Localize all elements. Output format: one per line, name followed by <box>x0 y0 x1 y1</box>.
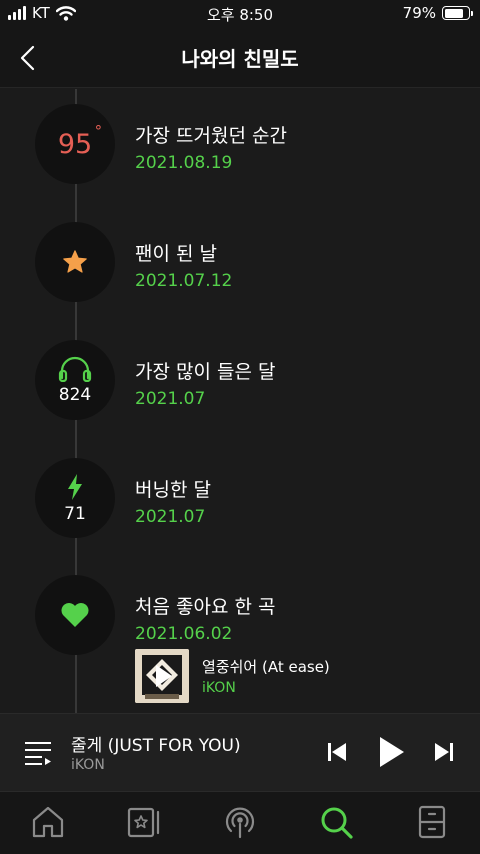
album-art <box>135 649 189 703</box>
item-date: 2021.08.19 <box>135 153 233 173</box>
heart-badge <box>35 575 115 655</box>
headphones-badge: 824 <box>35 340 115 420</box>
playlist-button[interactable] <box>24 739 52 767</box>
podcast-icon <box>225 807 255 839</box>
tab-search[interactable] <box>318 804 354 840</box>
next-icon <box>435 743 453 761</box>
lightning-icon <box>68 473 82 500</box>
headphones-icon <box>58 356 92 382</box>
tab-bar <box>0 791 480 854</box>
play-icon <box>380 737 404 767</box>
home-icon <box>32 806 64 838</box>
song-artist: iKON <box>202 680 236 696</box>
header: 나와의 친밀도 <box>0 28 480 88</box>
status-right: 79% <box>402 4 473 22</box>
tab-home[interactable] <box>30 804 66 840</box>
tab-storage[interactable] <box>414 804 450 840</box>
storage-icon <box>418 805 446 839</box>
battery-icon <box>442 6 473 20</box>
mini-player[interactable]: 줄게 (JUST FOR YOU) iKON <box>0 713 480 791</box>
previous-icon <box>328 743 346 761</box>
next-button[interactable] <box>433 741 455 763</box>
previous-button[interactable] <box>326 741 348 763</box>
search-icon <box>321 807 353 839</box>
temperature-badge: 95 ° <box>35 104 115 184</box>
lightning-badge: 71 <box>35 458 115 538</box>
now-playing-title[interactable]: 줄게 (JUST FOR YOU) <box>71 731 241 756</box>
item-title: 가장 많이 들은 달 <box>135 361 276 383</box>
temperature-value: 95 ° <box>57 121 103 160</box>
item-title: 버닝한 달 <box>135 479 211 501</box>
play-overlay-icon[interactable] <box>135 649 189 703</box>
heart-icon <box>61 603 89 627</box>
timeline-content[interactable]: 95 ° 가장 뜨거웠던 순간 2021.08.19 팬이 된 날 2021.07… <box>0 89 480 713</box>
now-playing-artist: iKON <box>71 757 105 773</box>
star-icon <box>63 250 87 273</box>
item-date: 2021.06.02 <box>135 624 233 644</box>
tab-podcast[interactable] <box>222 804 258 840</box>
item-date: 2021.07.12 <box>135 271 233 291</box>
listen-count: 824 <box>58 384 92 405</box>
item-title: 팬이 된 날 <box>135 243 217 265</box>
first-liked-song-card[interactable]: 열중쉬어 (At ease) iKON <box>135 649 455 705</box>
status-bar: KT 오후 8:50 79% <box>0 0 480 28</box>
play-button[interactable] <box>378 735 406 769</box>
tab-library[interactable] <box>126 804 162 840</box>
item-title: 처음 좋아요 한 곡 <box>135 596 276 618</box>
battery-fill <box>444 8 463 18</box>
item-date: 2021.07 <box>135 507 206 527</box>
library-icon <box>127 807 160 838</box>
page-title: 나와의 친밀도 <box>181 47 299 71</box>
playlist-icon <box>25 742 51 765</box>
item-date: 2021.07 <box>135 389 206 409</box>
burning-count: 71 <box>64 503 86 524</box>
battery-percent: 79% <box>402 4 436 22</box>
star-badge <box>35 222 115 302</box>
song-title: 열중쉬어 (At ease) <box>202 658 330 676</box>
item-title: 가장 뜨거웠던 순간 <box>135 125 287 147</box>
